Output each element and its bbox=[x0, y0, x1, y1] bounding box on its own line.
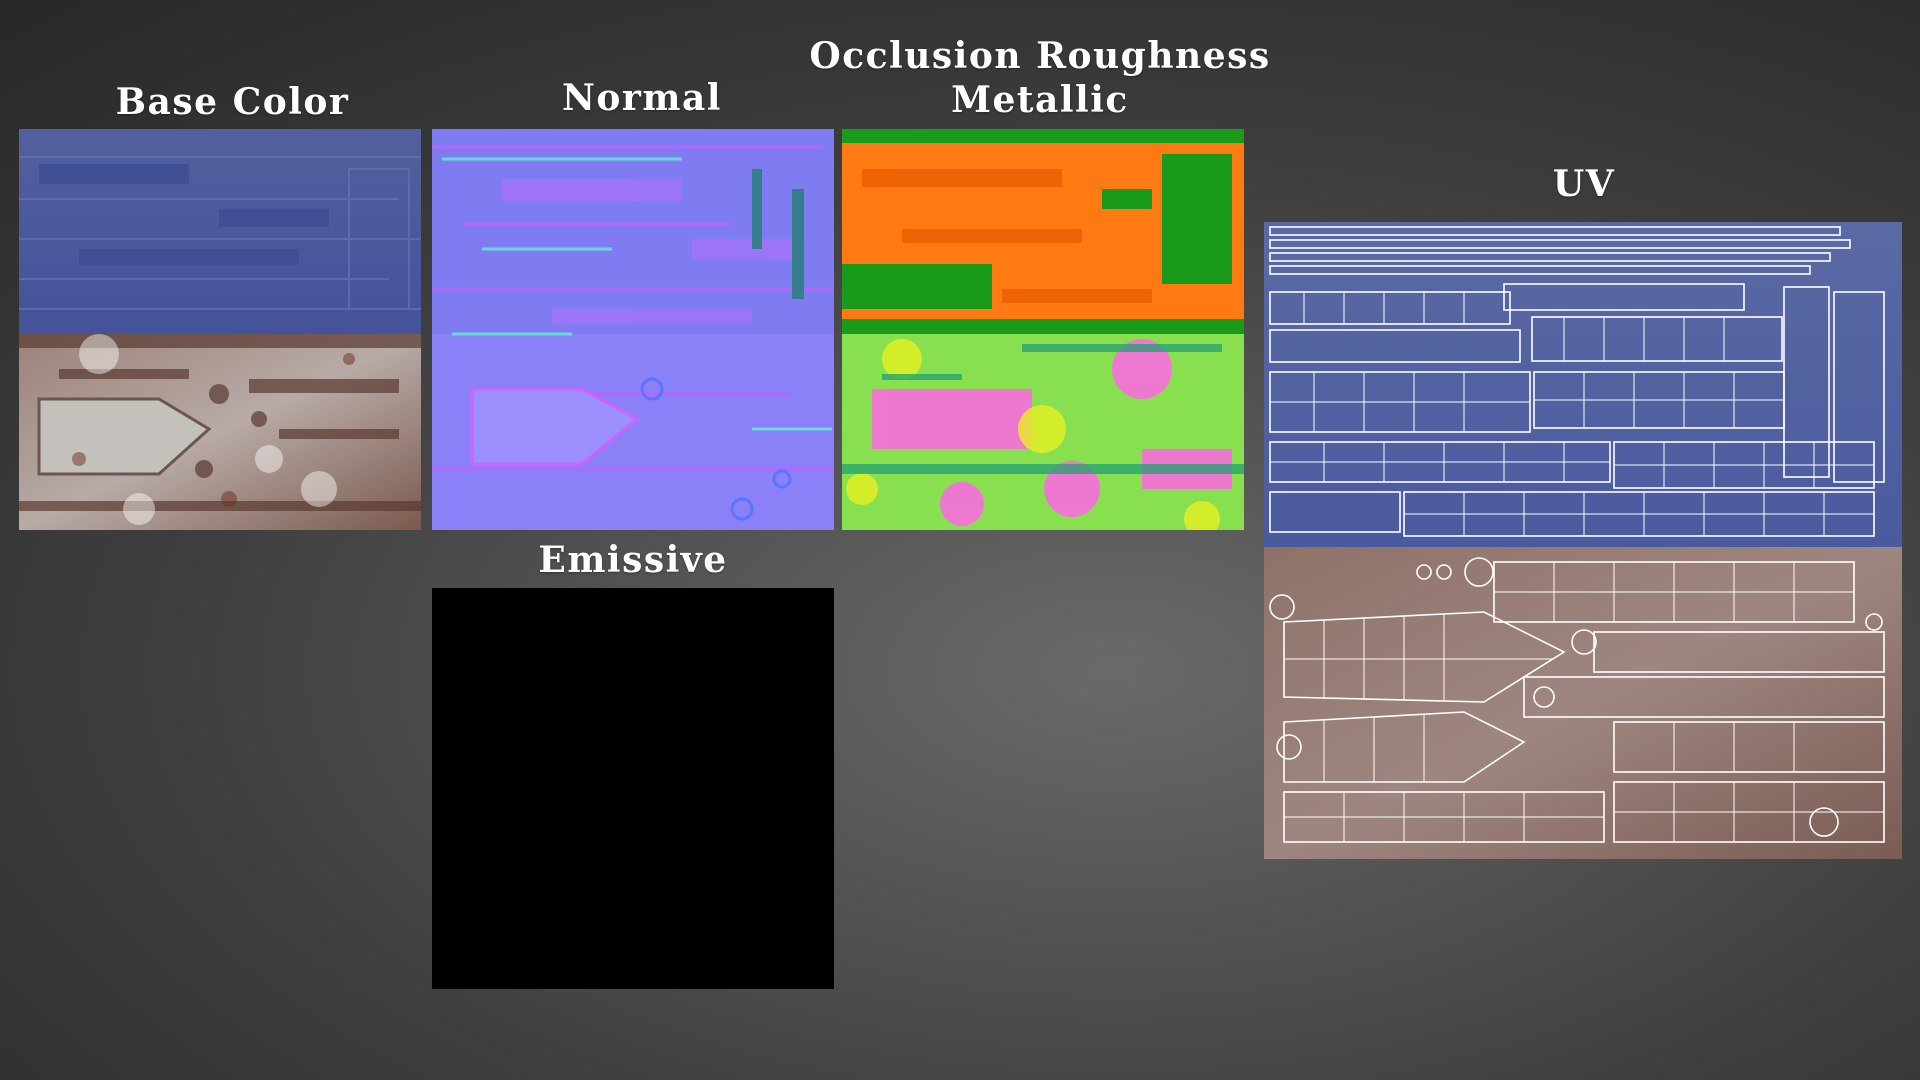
uv-title-text: UV bbox=[1552, 163, 1616, 205]
orm-title: Occlusion Roughness Metallic bbox=[800, 34, 1280, 122]
uv-title: UV bbox=[1264, 162, 1904, 206]
normal-title-text: Normal bbox=[562, 77, 722, 119]
emissive-texture bbox=[432, 588, 834, 989]
base-color-title-text: Base Color bbox=[115, 81, 350, 123]
emissive-title-text: Emissive bbox=[538, 539, 728, 581]
orm-title-line2: Metallic bbox=[951, 79, 1129, 121]
orm-title-line1: Occlusion Roughness bbox=[809, 35, 1271, 77]
emissive-title: Emissive bbox=[432, 538, 834, 582]
base-color-title: Base Color bbox=[20, 80, 445, 124]
normal-texture bbox=[432, 129, 834, 530]
normal-title: Normal bbox=[432, 76, 852, 120]
base-color-texture bbox=[19, 129, 421, 530]
uv-layout-texture bbox=[1264, 222, 1902, 859]
orm-texture bbox=[842, 129, 1244, 530]
